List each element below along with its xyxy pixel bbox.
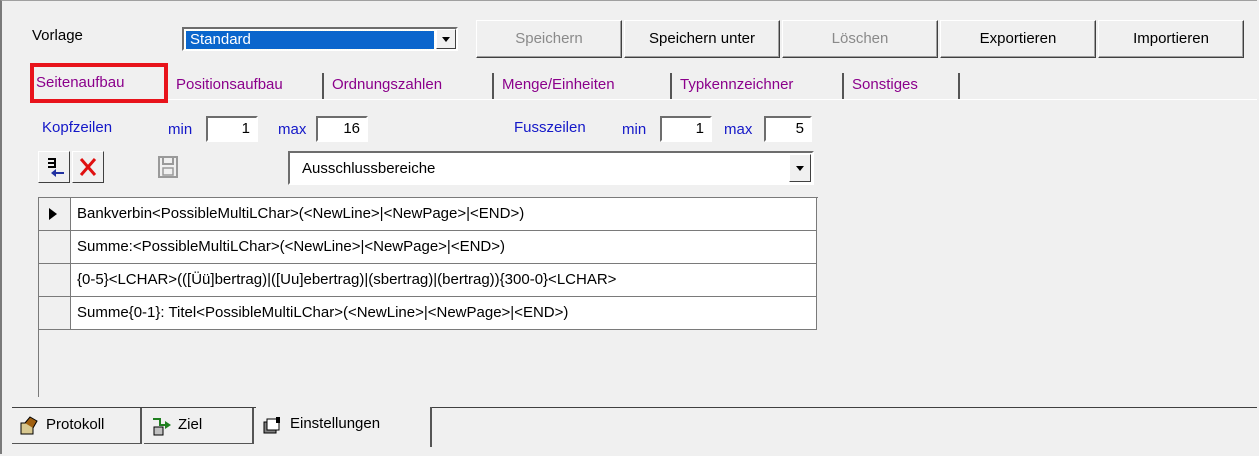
exclusion-grid: Bankverbin<PossibleMultiLChar>(<NewLine>…: [38, 197, 818, 397]
tab-ordnungszahlen[interactable]: Ordnungszahlen: [326, 73, 494, 99]
chevron-down-icon[interactable]: [789, 154, 811, 182]
kopf-min-label: min: [168, 121, 193, 138]
tab-seitenaufbau[interactable]: Seitenaufbau: [30, 71, 168, 99]
table-cell[interactable]: Summe{0-1}: Titel<PossibleMultiLChar>(<N…: [71, 297, 817, 330]
tab-protokoll-label: Protokoll: [46, 416, 105, 433]
fuss-min-label: min: [622, 121, 647, 138]
import-button[interactable]: Importieren: [1098, 20, 1244, 58]
insert-row-button[interactable]: [38, 151, 70, 183]
tab-protokoll[interactable]: Protokoll: [12, 408, 142, 444]
tab-menge-einheiten[interactable]: Menge/Einheiten: [496, 73, 672, 99]
export-button[interactable]: Exportieren: [940, 20, 1096, 58]
template-select[interactable]: Standard: [182, 27, 458, 51]
table-row[interactable]: Summe{0-1}: Titel<PossibleMultiLChar>(<N…: [39, 297, 818, 330]
tab-einstellungen-label: Einstellungen: [290, 415, 381, 432]
settings-icon: [263, 417, 280, 434]
table-cell[interactable]: Bankverbin<PossibleMultiLChar>(<NewLine>…: [71, 198, 817, 231]
kopf-max-label: max: [278, 121, 307, 138]
fuss-min-field[interactable]: 1: [660, 116, 712, 142]
tab-sonstiges[interactable]: Sonstiges: [846, 73, 960, 99]
kopfzeilen-label: Kopfzeilen: [42, 119, 113, 136]
settings-panel: Vorlage Standard Speichern Speichern unt…: [0, 0, 1257, 454]
fuss-max-label: max: [724, 121, 753, 138]
row-indicator[interactable]: [39, 264, 71, 297]
vorlage-label: Vorlage: [32, 27, 83, 44]
delete-button[interactable]: Löschen: [782, 20, 938, 58]
tab-einstellungen[interactable]: Einstellungen: [256, 407, 432, 447]
tab-ziel-label: Ziel: [178, 416, 203, 433]
row-indicator[interactable]: [39, 198, 71, 231]
table-row[interactable]: {0-5}<LCHAR>(([Üü]bertrag)|([Uu]ebertrag…: [39, 264, 818, 297]
row-indicator[interactable]: [39, 297, 71, 330]
protocol-icon: [20, 416, 38, 435]
tab-positionsaufbau[interactable]: Positionsaufbau: [170, 73, 324, 99]
delete-icon: [79, 158, 97, 176]
bottom-tabs: Protokoll Ziel Einstellungen: [12, 407, 1257, 448]
table-cell[interactable]: Summe:<PossibleMultiLChar>(<NewLine>|<Ne…: [71, 231, 817, 264]
table-row[interactable]: Bankverbin<PossibleMultiLChar>(<NewLine>…: [39, 198, 818, 231]
tab-ziel[interactable]: Ziel: [144, 408, 254, 444]
area-type-select[interactable]: Ausschlussbereiche: [288, 151, 814, 185]
current-row-arrow-icon: [49, 208, 57, 220]
fusszeilen-label: Fusszeilen: [514, 119, 586, 136]
save-button[interactable]: Speichern: [476, 20, 622, 58]
template-select-value: Standard: [185, 30, 435, 50]
save-as-button[interactable]: Speichern unter: [624, 20, 780, 58]
chevron-down-icon[interactable]: [436, 29, 456, 49]
kopf-min-field[interactable]: 1: [206, 116, 258, 142]
save-disk-icon: [158, 156, 178, 178]
kopf-max-field[interactable]: 16: [316, 116, 368, 142]
area-type-value: Ausschlussbereiche: [302, 160, 436, 177]
table-cell[interactable]: {0-5}<LCHAR>(([Üü]bertrag)|([Uu]ebertrag…: [71, 264, 817, 297]
save-disk-button[interactable]: [152, 151, 184, 183]
tab-typkennzeichner[interactable]: Typkennzeichner: [674, 73, 844, 99]
delete-row-button[interactable]: [72, 151, 104, 183]
fuss-max-field[interactable]: 5: [764, 116, 812, 142]
table-row[interactable]: Summe:<PossibleMultiLChar>(<NewLine>|<Ne…: [39, 231, 818, 264]
insert-row-icon: [48, 158, 64, 177]
row-indicator[interactable]: [39, 231, 71, 264]
target-icon: [153, 418, 171, 436]
settings-tabs: Seitenaufbau Positionsaufbau Ordnungszah…: [30, 65, 1257, 100]
